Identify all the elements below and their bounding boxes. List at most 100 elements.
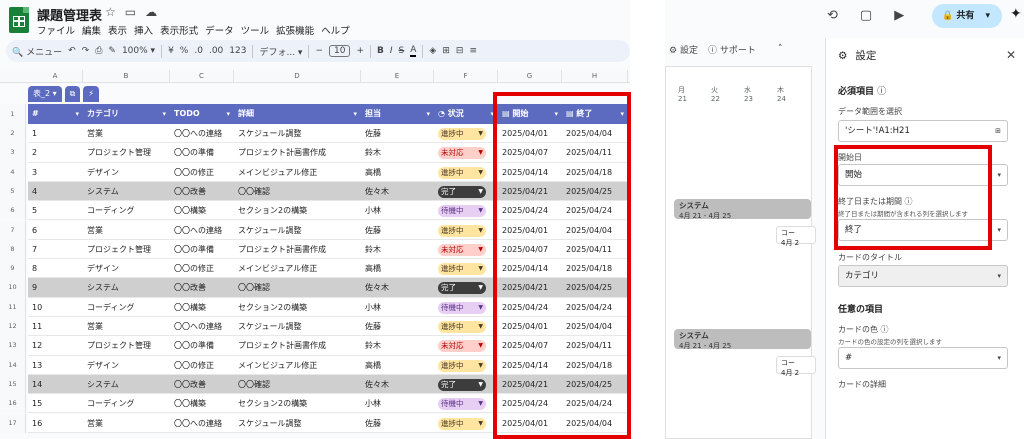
table-cell[interactable]: 2 <box>28 143 83 162</box>
status-chip[interactable]: 未対応 ▼ <box>438 340 486 353</box>
table-cell[interactable]: 1 <box>28 124 83 143</box>
menu-item[interactable]: 拡張機能 <box>276 23 314 37</box>
menu-item[interactable]: 表示 <box>108 23 127 37</box>
status-chip[interactable]: 進捗中 ▼ <box>438 321 486 333</box>
table-cell[interactable]: デザイン <box>83 163 170 182</box>
table-cell[interactable]: プロジェクト計画書作成 <box>234 336 361 355</box>
column-header[interactable]: C <box>170 70 234 83</box>
row-number[interactable]: 16 <box>0 394 26 414</box>
table-cell[interactable]: 〇〇の準備 <box>170 336 234 355</box>
table-cell[interactable]: 待機中 ▼ <box>434 298 498 317</box>
card-color-select[interactable]: # ▾ <box>838 347 1008 369</box>
table-cell[interactable]: 佐藤 <box>361 317 434 336</box>
menu-item[interactable]: データ <box>205 23 234 37</box>
row-number[interactable]: 4 <box>0 162 26 182</box>
table-cell[interactable]: 12 <box>28 336 83 355</box>
print-icon[interactable]: ⎙ <box>95 46 102 56</box>
table-header-cell[interactable]: ◔ 状況 ▾ <box>434 104 498 124</box>
range-input[interactable]: 'シート'!A1:H21 ⊞ <box>838 120 1008 142</box>
chevron-up-icon[interactable]: ˄ <box>778 44 783 54</box>
table-cell[interactable]: コーディング <box>83 394 170 413</box>
status-chip[interactable]: 進捗中 ▼ <box>438 224 486 237</box>
close-icon[interactable]: ✕ <box>1006 48 1016 62</box>
comments-icon[interactable]: ▢ <box>860 8 872 23</box>
meet-icon[interactable]: ▶ <box>894 8 904 23</box>
table-cell[interactable]: 〇〇確認 <box>234 182 361 201</box>
chevron-down-icon[interactable]: ▾ <box>162 104 166 124</box>
search-menu[interactable]: 🔍 メニュー <box>12 45 62 58</box>
table-cell[interactable]: 進捗中 ▼ <box>434 356 498 375</box>
row-number[interactable]: 8 <box>0 239 26 260</box>
gemini-icon[interactable]: ✦ <box>1010 6 1022 22</box>
column-header[interactable]: A <box>28 70 83 83</box>
table-cell[interactable]: セクション2の構築 <box>234 201 361 220</box>
table-cell[interactable]: 進捗中 ▼ <box>434 221 498 240</box>
font-size-decrease-button[interactable]: − <box>315 46 323 56</box>
table-cell[interactable]: メインビジュアル修正 <box>234 356 361 375</box>
table-cell[interactable]: 高橋 <box>361 163 434 182</box>
row-number[interactable]: 15 <box>0 374 26 395</box>
table-cell[interactable]: 完了 ▼ <box>434 278 498 297</box>
table-cell[interactable]: 13 <box>28 356 83 375</box>
table-cell[interactable]: 5 <box>28 201 83 220</box>
table-cell[interactable]: コーディング <box>83 201 170 220</box>
row-number[interactable]: 14 <box>0 355 26 375</box>
fill-color-icon[interactable]: ◈ <box>429 46 436 56</box>
table-cell[interactable]: 6 <box>28 221 83 240</box>
table-cell[interactable]: 〇〇への連絡 <box>170 414 234 433</box>
table-cell[interactable]: 営業 <box>83 221 170 240</box>
status-chip[interactable]: 進捗中 ▼ <box>438 417 486 430</box>
table-cell[interactable]: 高橋 <box>361 259 434 278</box>
table-cell[interactable]: プロジェクト管理 <box>83 143 170 162</box>
column-header[interactable]: B <box>83 70 170 83</box>
table-cell[interactable]: 11 <box>28 317 83 336</box>
menu-item[interactable]: ファイル <box>37 23 75 37</box>
menu-item[interactable]: 編集 <box>82 23 101 37</box>
status-chip[interactable]: 進捗中 ▼ <box>438 263 486 276</box>
row-number[interactable]: 3 <box>0 143 26 163</box>
table-cell[interactable]: 営業 <box>83 414 170 433</box>
table-cell[interactable]: 未対応 ▼ <box>434 336 498 355</box>
decrease-decimal-button[interactable]: .0 <box>194 46 203 56</box>
undo-icon[interactable]: ↶ <box>68 46 76 56</box>
table-cell[interactable]: デザイン <box>83 259 170 278</box>
table-cell[interactable]: スケジュール調整 <box>234 414 361 433</box>
table-cell[interactable]: 小林 <box>361 394 434 413</box>
timeline-card[interactable]: システム 4月 21 - 4月 25 <box>674 199 811 220</box>
table-header-cell[interactable]: TODO ▾ <box>170 104 234 124</box>
table-cell[interactable]: プロジェクト計画書作成 <box>234 143 361 162</box>
column-header[interactable]: E <box>361 70 434 83</box>
align-icon[interactable]: ≡ <box>469 46 477 56</box>
table-header-cell[interactable]: 担当 ▾ <box>361 104 434 124</box>
number-format-button[interactable]: 123 <box>229 46 246 56</box>
info-icon[interactable]: ⓘ <box>881 325 889 334</box>
table-cell[interactable]: 〇〇への連絡 <box>170 124 234 143</box>
table-cell[interactable]: 進捗中 ▼ <box>434 124 498 143</box>
chevron-down-icon[interactable]: ▾ <box>226 104 230 124</box>
cloud-status-icon[interactable]: ☁ <box>145 5 157 19</box>
table-header-cell[interactable]: 詳細 ▾ <box>234 104 361 124</box>
menu-item[interactable]: ヘルプ <box>321 23 350 37</box>
table-cell[interactable]: 鈴木 <box>361 240 434 259</box>
row-number[interactable]: 5 <box>0 181 26 202</box>
status-chip[interactable]: 進捗中 ▼ <box>438 128 486 140</box>
table-cell[interactable]: セクション2の構築 <box>234 394 361 413</box>
table-cell[interactable]: 〇〇改善 <box>170 278 234 297</box>
currency-button[interactable]: ¥ <box>168 46 174 56</box>
table-cell[interactable]: 〇〇確認 <box>234 375 361 394</box>
table-cell[interactable]: 完了 ▼ <box>434 182 498 201</box>
status-chip[interactable]: 完了 ▼ <box>438 282 486 295</box>
document-title[interactable]: 課題管理表 <box>37 5 102 24</box>
table-cell[interactable]: スケジュール調整 <box>234 317 361 336</box>
table-cell[interactable]: 〇〇の準備 <box>170 143 234 162</box>
increase-decimal-button[interactable]: .00 <box>209 46 223 56</box>
card-title-select[interactable]: カテゴリ ▾ <box>838 265 1008 287</box>
table-cell[interactable]: メインビジュアル修正 <box>234 259 361 278</box>
table-cell[interactable]: 〇〇構築 <box>170 201 234 220</box>
table-header-cell[interactable]: カテゴリ ▾ <box>83 104 170 124</box>
table-header-cell[interactable]: # ▾ <box>28 104 83 124</box>
table-cell[interactable]: 進捗中 ▼ <box>434 414 498 433</box>
paint-format-icon[interactable]: ✎ <box>108 46 116 56</box>
column-header[interactable]: D <box>234 70 361 83</box>
table-cell[interactable]: 3 <box>28 163 83 182</box>
